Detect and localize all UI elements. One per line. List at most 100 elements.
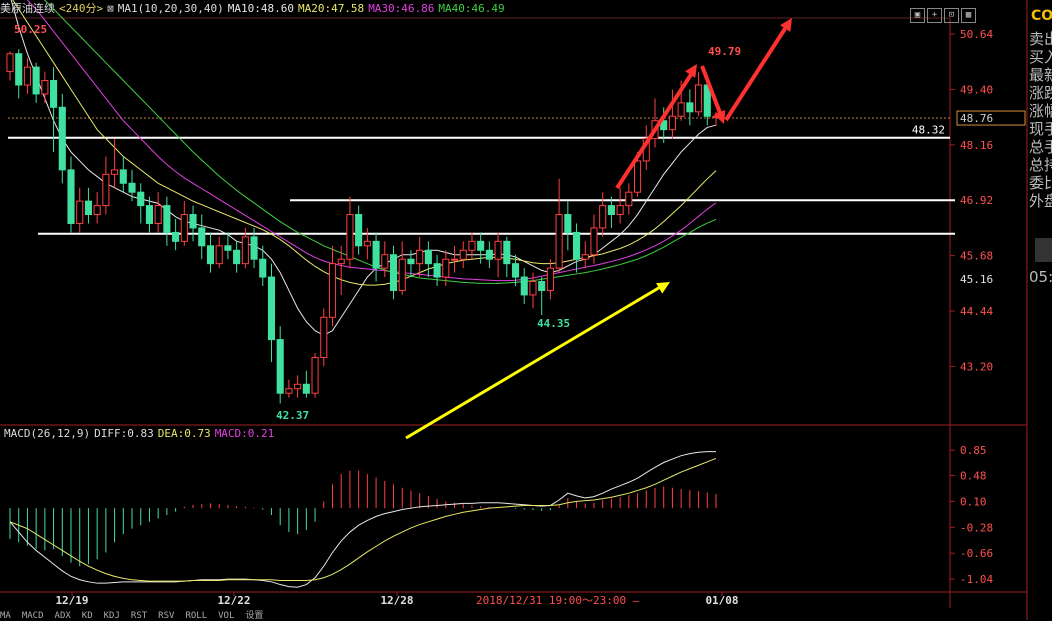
yellow-arrow: [405, 284, 663, 440]
price-tick-label: 43.20: [960, 360, 993, 373]
ma-icon[interactable]: ⊠: [107, 2, 114, 15]
macd-tick-label: 0.85: [960, 444, 987, 457]
candle-body: [503, 240, 511, 265]
candle-body: [50, 80, 58, 108]
price-tick-label: 48.16: [960, 139, 993, 152]
macd-dea-line: [9, 457, 717, 582]
field-last: 最新: [1029, 66, 1052, 84]
candle-body: [311, 356, 319, 394]
candle-body: [511, 263, 520, 278]
candle-body: [294, 383, 302, 390]
restore-icon[interactable]: ▣: [910, 8, 925, 23]
grid-icon[interactable]: ▦: [961, 8, 976, 23]
candle-body: [389, 254, 398, 291]
candle-body: [529, 281, 537, 296]
candle-body: [520, 276, 528, 296]
candle-body: [337, 258, 345, 265]
macd-tick-label: 0.48: [960, 469, 987, 482]
macd-tick-label: -1.04: [960, 573, 993, 586]
candle-body: [468, 240, 476, 251]
field-sell: 卖出: [1029, 30, 1052, 48]
candle-body: [154, 205, 162, 224]
field-outer: 外盘: [1029, 192, 1052, 210]
candle-body: [572, 231, 581, 260]
field-change-pct: 涨幅: [1029, 102, 1052, 120]
peak-annotation: 49.79: [708, 45, 741, 58]
macd-param-label: MACD(26,12,9): [4, 427, 91, 440]
candle-body: [442, 258, 450, 278]
ma-line-ma30: [26, 0, 717, 282]
candle-body: [581, 254, 589, 260]
candle-body: [189, 214, 197, 229]
candle-body: [215, 245, 223, 265]
candle-body: [328, 263, 337, 318]
quote-fields: 卖出 买入 最新 涨跌 涨幅 现手 总手 总持 委比 外盘: [1029, 30, 1052, 210]
candle-body: [276, 339, 284, 394]
candle-body: [93, 205, 101, 216]
candle-body: [233, 249, 241, 265]
time-tick-label: 12/19: [55, 594, 88, 607]
add-icon[interactable]: +: [927, 8, 942, 23]
axis-extra-label: 45.16: [960, 273, 993, 286]
candle-body: [599, 205, 607, 229]
field-volume-now: 现手: [1029, 120, 1052, 138]
low2-annotation: 44.35: [537, 317, 570, 330]
level-label: 48.32: [912, 124, 945, 137]
candle-body: [381, 254, 389, 269]
time-cursor-label: 2018/12/31 19:00～23:00 —: [476, 594, 640, 607]
macd-tick-label: -0.28: [960, 521, 993, 534]
period-label[interactable]: <240分>: [59, 2, 103, 15]
time-tick-label: 12/28: [380, 594, 413, 607]
candle-body: [111, 169, 119, 175]
chart-canvas[interactable]: 50.64 49.40 48.16 46.92 45.68 44.44 43.20 48.76…: [0, 0, 1052, 620]
instrument-title[interactable]: 美原油连续: [0, 2, 55, 15]
macd-diff-value: DIFF:0.83: [94, 427, 154, 440]
price-tick-label: 49.40: [960, 83, 993, 96]
candle-body: [695, 84, 703, 113]
low1-annotation: 42.37: [276, 409, 309, 422]
macd-diff-line: [9, 451, 716, 588]
side-time: 05:5: [1029, 268, 1052, 286]
candle-body: [363, 240, 371, 247]
macd-macd-value: MACD:0.21: [214, 427, 275, 440]
candle-body: [32, 66, 40, 95]
candle-body: [180, 214, 188, 242]
red-arrow-up: [615, 68, 696, 190]
field-total-volume: 总手: [1029, 138, 1052, 156]
macd-tick-label: -0.66: [960, 547, 993, 560]
ma40-value: MA40:46.49: [438, 2, 505, 15]
price-tick-label: 44.44: [960, 305, 993, 318]
ma10-value: MA10:48.60: [227, 2, 294, 15]
candle-body: [607, 205, 615, 216]
candle-body: [590, 227, 598, 256]
candle-body: [15, 53, 23, 86]
zoom-icon[interactable]: ⊡: [944, 8, 959, 23]
candle-body: [625, 191, 633, 207]
candle-body: [450, 258, 459, 261]
candle-body: [206, 245, 215, 265]
candle-body: [355, 214, 363, 247]
candle-body: [686, 102, 694, 113]
candle-body: [267, 276, 276, 341]
candle-body: [302, 383, 310, 394]
window-buttons: ▣ + ⊡ ▦: [908, 2, 976, 23]
price-tick-label: 50.64: [960, 28, 993, 41]
field-buy: 买入: [1029, 48, 1052, 66]
quote-sidebar: CO 卖出 买入 最新 涨跌 涨幅 现手 总手 总持 委比 外盘 05:5: [1027, 0, 1052, 620]
candle-body: [407, 258, 415, 265]
candle-body: [477, 240, 485, 251]
macd-tick-label: 0.10: [960, 495, 987, 508]
candle-body: [241, 236, 249, 265]
candle-body: [538, 281, 546, 291]
macd-dea-value: DEA:0.73: [157, 427, 211, 440]
candle-body: [145, 205, 154, 224]
candle-body: [424, 249, 432, 265]
candle-body: [163, 205, 171, 233]
candle-body: [416, 249, 424, 265]
macd-header: MACD(26,12,9) DIFF:0.83 DEA:0.73 MACD:0.21: [4, 427, 278, 440]
candle-body: [259, 258, 267, 278]
candle-body: [224, 245, 232, 251]
candle-body: [433, 263, 441, 278]
symbol-code[interactable]: CO: [1031, 8, 1052, 24]
red-arrow-up2: [724, 22, 790, 122]
